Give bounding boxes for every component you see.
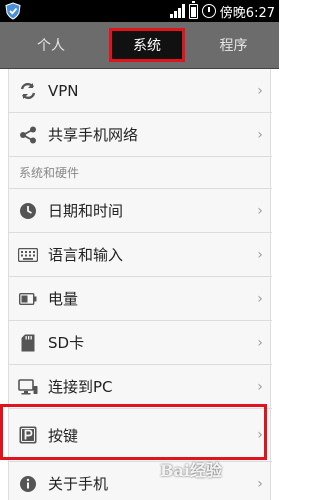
settings-list: VPN › 共享手机网络 › 系统和硬件 日期和时间 › 语言和输入 › 电量 … <box>8 69 272 500</box>
tab-system[interactable]: 系统 <box>109 28 185 62</box>
list-item-label: 按键 <box>48 426 79 445</box>
keyboard-icon <box>18 245 38 265</box>
clock-icon <box>18 201 38 221</box>
status-bar: 傍晚6:27 <box>0 0 279 22</box>
chevron-right-icon: › <box>257 202 263 219</box>
status-time: 傍晚6:27 <box>219 5 275 21</box>
info-icon <box>18 474 38 494</box>
chevron-right-icon: › <box>257 378 263 395</box>
list-item-language-input[interactable]: 语言和输入 › <box>9 233 272 277</box>
list-item-sd-card[interactable]: SD卡 › <box>9 321 272 365</box>
alarm-icon <box>201 4 216 18</box>
section-header: 系统和硬件 <box>9 157 272 189</box>
chevron-right-icon: › <box>257 126 263 143</box>
chevron-right-icon: › <box>257 334 263 351</box>
status-indicators: 傍晚6:27 <box>169 0 275 22</box>
list-item-label: 语言和输入 <box>48 246 124 264</box>
list-item-buttons[interactable]: 按键 › <box>9 409 272 462</box>
tab-programs[interactable]: 程序 <box>196 26 271 64</box>
list-item-battery[interactable]: 电量 › <box>9 277 272 321</box>
share-icon <box>18 125 38 145</box>
list-item-label: 连接到PC <box>48 378 113 396</box>
tab-personal[interactable]: 个人 <box>10 26 92 64</box>
chevron-right-icon: › <box>257 82 263 99</box>
shield-icon <box>5 2 21 20</box>
list-item-label: 共享手机网络 <box>48 126 139 144</box>
chevron-right-icon: › <box>257 290 263 307</box>
list-item-date-time[interactable]: 日期和时间 › <box>9 189 272 233</box>
list-item-tethering[interactable]: 共享手机网络 › <box>9 113 272 157</box>
list-item-label: 电量 <box>48 290 79 308</box>
signal-icon <box>169 4 185 18</box>
list-item-vpn[interactable]: VPN › <box>9 69 272 113</box>
list-item-connect-pc[interactable]: 连接到PC › <box>9 365 272 409</box>
pc-icon <box>18 377 38 397</box>
list-item-label: 日期和时间 <box>48 202 124 220</box>
list-item-about-phone[interactable]: 关于手机 › <box>9 462 272 500</box>
chevron-right-icon: › <box>257 427 263 443</box>
list-item-label: VPN <box>48 81 79 100</box>
list-item-label: SD卡 <box>48 334 85 352</box>
tab-bar: 个人 系统 程序 <box>0 22 279 69</box>
sync-icon <box>18 81 38 101</box>
battery-icon <box>18 289 38 309</box>
chevron-right-icon: › <box>257 246 263 263</box>
battery-status-icon <box>188 0 198 19</box>
list-item-label: 关于手机 <box>48 475 109 493</box>
sd-card-icon <box>18 333 38 353</box>
watermark: Bai经验 <box>160 461 222 480</box>
chevron-right-icon: › <box>257 475 263 492</box>
key-p-icon <box>18 425 38 445</box>
